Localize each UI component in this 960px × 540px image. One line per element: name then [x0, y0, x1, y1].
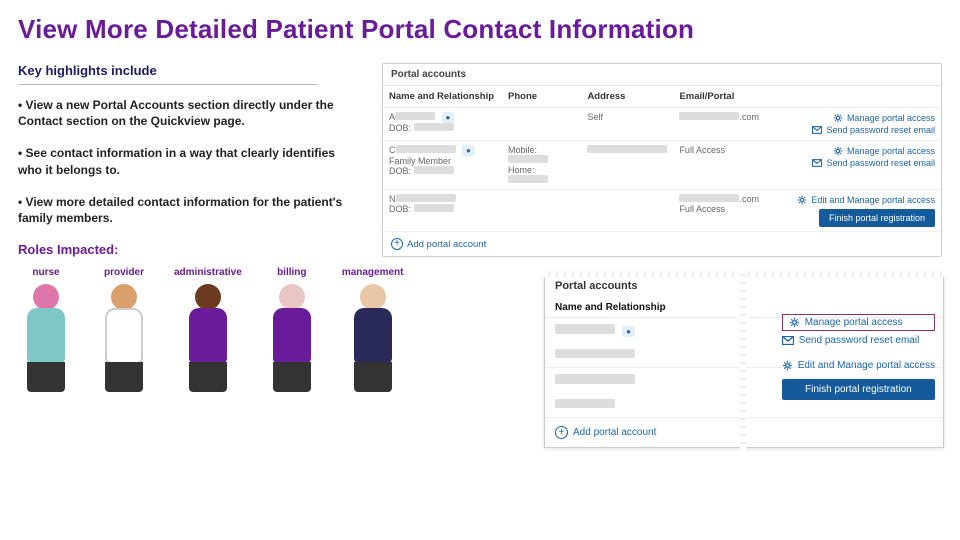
email-suffix: .com: [739, 194, 759, 204]
role-label: provider: [104, 267, 144, 278]
access-level: Full Access: [679, 204, 725, 214]
bullet-item: • View a new Portal Accounts section dir…: [18, 97, 358, 129]
role-nurse: nurse: [18, 267, 74, 392]
person-icon: [96, 284, 152, 392]
right-column: Portal accounts Name and Relationship Ph…: [382, 63, 942, 392]
role-provider: provider: [96, 267, 152, 392]
bullet-item: • See contact information in a way that …: [18, 145, 358, 177]
page-title: View More Detailed Patient Portal Contac…: [18, 14, 942, 45]
person-icon: [180, 284, 236, 392]
role-label: administrative: [174, 267, 242, 278]
manage-portal-access-link[interactable]: Manage portal access: [789, 112, 935, 124]
phone-mobile-label: Mobile:: [508, 145, 537, 155]
edit-manage-portal-access-link[interactable]: Edit and Manage portal access: [789, 194, 935, 206]
person-icon: [18, 284, 74, 392]
role-billing: billing: [264, 267, 320, 392]
bullet-item: • View more detailed contact information…: [18, 194, 358, 226]
role-label: billing: [277, 267, 306, 278]
table-row: C ● Family Member DOB: Mobile: Home: Ful…: [383, 141, 941, 190]
bullet-list: • View a new Portal Accounts section dir…: [18, 97, 358, 226]
email-suffix: .com: [739, 112, 759, 122]
table-row: N DOB: .com Full Access Edit and Manage …: [383, 190, 941, 232]
finish-registration-button[interactable]: Finish portal registration: [782, 379, 935, 400]
dob-label: DOB:: [389, 204, 411, 214]
manage-portal-access-link[interactable]: Manage portal access: [782, 314, 935, 331]
portal-accounts-zoom-panel: Portal accounts Name and Relationship ● …: [544, 273, 944, 448]
col-address: Address: [581, 86, 673, 108]
edit-manage-portal-access-link[interactable]: Edit and Manage portal access: [782, 360, 935, 371]
roles-row: nurse provider administrative billing ma…: [18, 267, 358, 392]
role-label: nurse: [32, 267, 59, 278]
finish-registration-button[interactable]: Finish portal registration: [819, 209, 935, 227]
send-password-reset-link[interactable]: Send password reset email: [782, 335, 935, 346]
col-name: Name and Relationship: [383, 86, 502, 108]
roles-impacted-heading: Roles Impacted:: [18, 242, 358, 257]
relationship: Self: [587, 112, 603, 122]
dob-label: DOB:: [389, 123, 411, 133]
plus-icon: +: [391, 238, 403, 250]
send-password-reset-link[interactable]: Send password reset email: [789, 124, 935, 136]
plus-icon: +: [555, 426, 568, 439]
portal-accounts-table: Name and Relationship Phone Address Emai…: [383, 86, 941, 232]
role-administrative: administrative: [174, 267, 242, 392]
manage-portal-access-link[interactable]: Manage portal access: [789, 145, 935, 157]
panel-header: Portal accounts: [383, 64, 941, 86]
relationship-sub: Family Member: [389, 156, 451, 166]
col-phone: Phone: [502, 86, 581, 108]
table-row: A ● DOB: Self .com Manage portal access …: [383, 108, 941, 141]
col-email: Email/Portal: [673, 86, 782, 108]
add-portal-account-link[interactable]: + Add portal account: [383, 232, 941, 256]
access-level: Full Access: [679, 145, 725, 155]
person-icon: [264, 284, 320, 392]
portal-accounts-panel: Portal accounts Name and Relationship Ph…: [382, 63, 942, 257]
send-password-reset-link[interactable]: Send password reset email: [789, 157, 935, 169]
phone-home-label: Home:: [508, 165, 535, 175]
dob-label: DOB:: [389, 166, 411, 176]
name-initial: N: [389, 194, 396, 204]
left-column: Key highlights include • View a new Port…: [18, 63, 358, 392]
key-highlights-heading: Key highlights include: [18, 63, 318, 85]
name-initial: C: [389, 145, 396, 155]
